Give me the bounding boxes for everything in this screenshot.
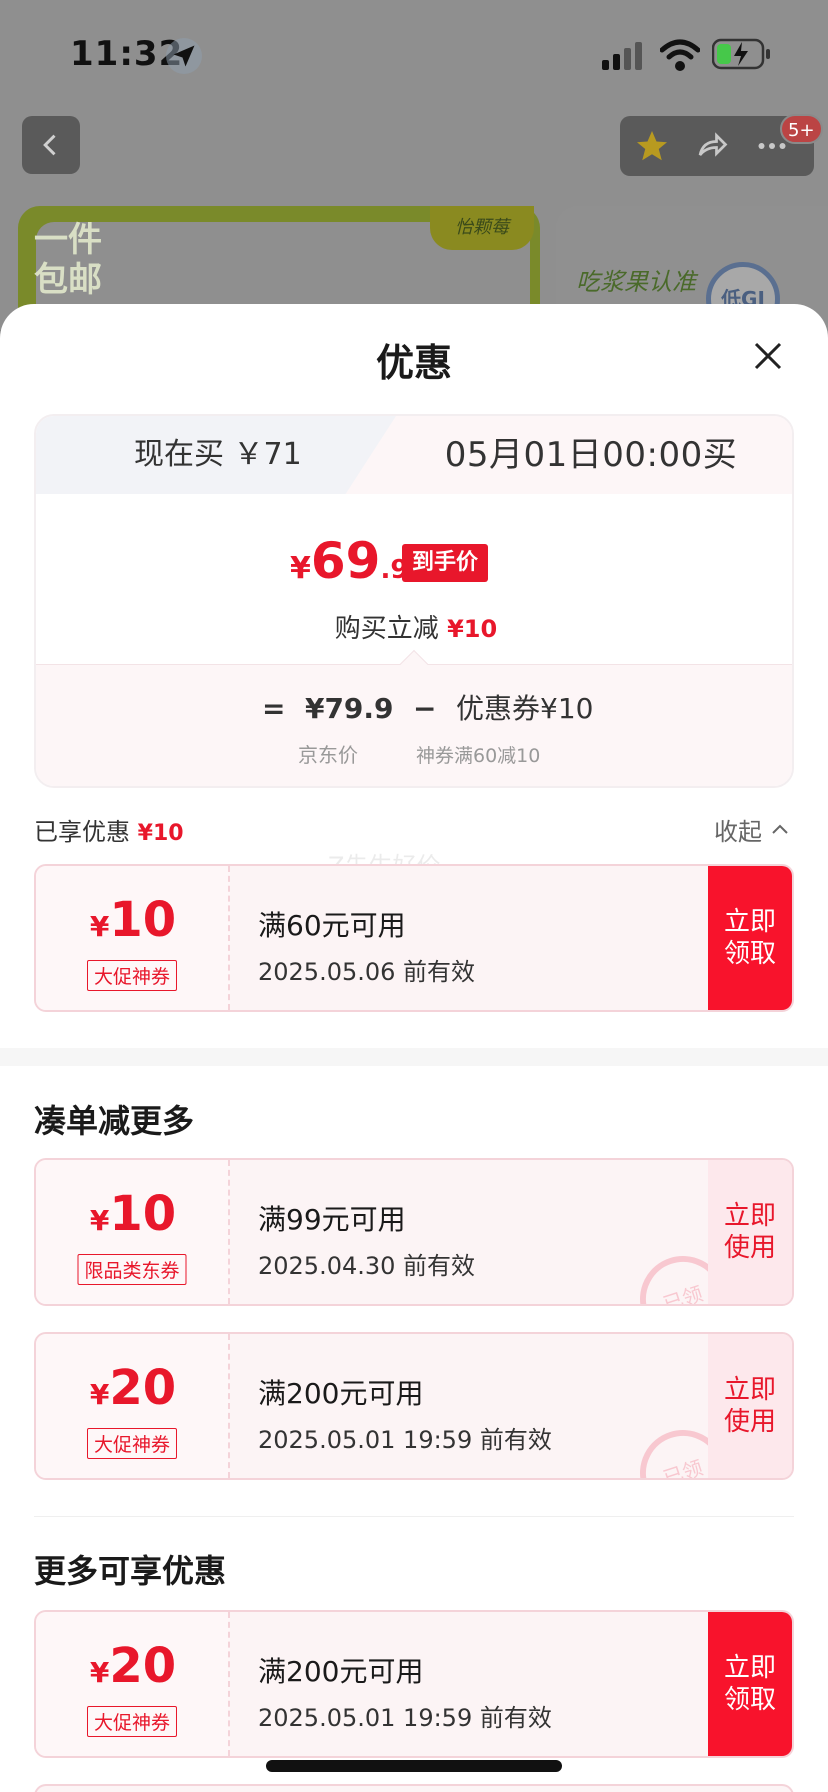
- claim-coupon-button[interactable]: 立即领取: [708, 866, 792, 1010]
- home-indicator[interactable]: [266, 1760, 562, 1772]
- section-title-more-offers: 更多可享优惠: [34, 1552, 227, 1590]
- coupon-amount: ¥10: [89, 1186, 177, 1242]
- coupon-expiry: 2025.05.01 19:59 前有效: [258, 1704, 552, 1732]
- tab-buy-later[interactable]: 05月01日00:00买: [346, 416, 792, 494]
- signal-icon: [602, 42, 642, 70]
- use-coupon-button[interactable]: 立即使用: [708, 1334, 792, 1478]
- discount-sheet: 优惠 05月01日00:00买 现在买 ￥71 ¥69.9 到手价 购买立减 ¥…: [0, 304, 828, 1792]
- banner-slogan: 吃浆果认准: [576, 268, 696, 296]
- share-button[interactable]: [688, 122, 736, 170]
- brand-logo: 怡颗莓: [430, 206, 534, 250]
- price-formula: = ¥79.9 − 优惠券¥10: [262, 692, 594, 725]
- final-price: ¥69.9: [290, 532, 409, 590]
- hand-price-tag: 到手价: [402, 544, 489, 582]
- section-divider: [0, 1048, 828, 1066]
- instant-discount: 购买立减 ¥10: [334, 614, 498, 644]
- wifi-icon: [660, 39, 700, 71]
- enjoyed-discount: 已享优惠 ¥10: [34, 818, 184, 846]
- back-chevron-icon: [43, 134, 56, 156]
- coupon-card: ¥20 大促神券 满200元可用 2025.05.01 19:59 前有效 立即…: [34, 1610, 794, 1758]
- coupon-card: ¥20 大促神券 满200元可用 2025.05.01 19:59 前有效 已领…: [34, 1332, 794, 1480]
- share-icon: [698, 132, 728, 157]
- coupon-desc: 神券满60减10: [416, 745, 541, 767]
- battery-charging-icon: [712, 38, 770, 70]
- coupon-expiry: 2025.05.06 前有效: [258, 958, 476, 986]
- coupon-card-partial: [34, 1784, 794, 1792]
- coupon-kind: 限品类东券: [77, 1254, 187, 1285]
- coupon-expiry: 2025.05.01 19:59 前有效: [258, 1426, 552, 1454]
- coupon-kind: 大促神券: [86, 1428, 178, 1459]
- back-button[interactable]: [22, 116, 80, 174]
- coupon-condition: 满60元可用: [258, 909, 406, 942]
- coupon-amount: ¥20: [89, 1360, 177, 1416]
- section-title-more-orders: 凑单减更多: [34, 1102, 195, 1140]
- collapse-toggle[interactable]: 收起: [714, 812, 790, 847]
- close-icon[interactable]: [748, 336, 788, 376]
- coupon-card: ¥10 大促神券 满60元可用 2025.05.06 前有效 立即领取: [34, 864, 794, 1012]
- coupon-kind: 大促神券: [86, 1706, 178, 1737]
- price-panel: 05月01日00:00买 现在买 ￥71 ¥69.9 到手价 购买立减 ¥10 …: [34, 414, 794, 788]
- coupon-amount: ¥10: [89, 892, 177, 948]
- coupon-condition: 满200元可用: [258, 1655, 424, 1688]
- status-bar: 11:32: [0, 0, 828, 100]
- notification-badge: 5+: [780, 114, 823, 144]
- location-arrow-icon: [166, 38, 202, 74]
- use-coupon-button[interactable]: 立即使用: [708, 1160, 792, 1304]
- star-icon: [637, 131, 667, 161]
- claim-coupon-button[interactable]: 立即领取: [708, 1612, 792, 1756]
- coupon-condition: 满200元可用: [258, 1377, 424, 1410]
- jd-price-label: 京东价: [298, 743, 358, 767]
- tab-buy-now[interactable]: 现在买 ￥71: [36, 416, 396, 494]
- coupon-card: ¥10 限品类东券 满99元可用 2025.04.30 前有效 已领 立即使用: [34, 1158, 794, 1306]
- chevron-up-icon: [772, 824, 788, 834]
- price-summary: ¥69.9 到手价 购买立减 ¥10: [36, 494, 792, 664]
- price-breakdown: = ¥79.9 − 优惠券¥10 京东价 神券满60减10: [36, 664, 792, 786]
- divider-line: [34, 1516, 794, 1517]
- product-page-background: 11:32 5+ 一件包邮 怡颗莓 吃浆果认准 低GI: [0, 0, 828, 366]
- coupon-condition: 满99元可用: [258, 1203, 406, 1236]
- sheet-title: 优惠: [375, 341, 452, 385]
- coupon-kind: 大促神券: [86, 960, 178, 991]
- free-shipping-label: 一件包邮: [34, 220, 102, 300]
- favorite-button[interactable]: [628, 122, 676, 170]
- coupon-expiry: 2025.04.30 前有效: [258, 1252, 476, 1280]
- coupon-amount: ¥20: [89, 1638, 177, 1694]
